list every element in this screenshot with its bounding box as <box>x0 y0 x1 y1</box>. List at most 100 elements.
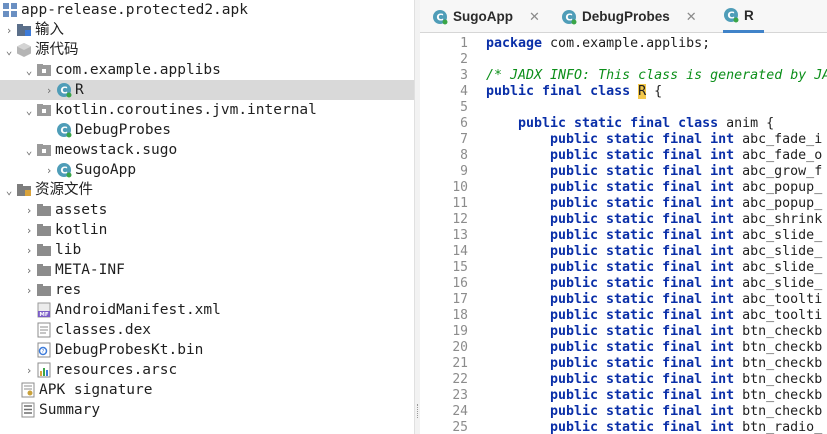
chevron-right-icon[interactable]: › <box>22 220 36 240</box>
line-number: 3 <box>460 68 468 83</box>
line-number-gutter: 1 2 3 4 5 6 7 8 9 10 11 12 13 14 15 16 17 18 19 20 21 22 23 24 2… <box>420 36 476 434</box>
tree-item-input-label: 输入 <box>35 22 64 38</box>
folder-icon <box>36 202 52 218</box>
line-number: 21 <box>452 356 468 371</box>
close-icon[interactable]: ✕ <box>529 9 540 25</box>
chevron-down-icon[interactable]: ⌄ <box>22 60 36 80</box>
tree-item-assets-label: assets <box>55 202 108 218</box>
keyword-token: public static final int <box>550 324 735 339</box>
splitter-grip[interactable] <box>417 404 419 418</box>
chevron-right-icon[interactable]: › <box>42 80 56 100</box>
chevron-right-icon[interactable]: › <box>2 20 16 40</box>
line-number: 24 <box>452 404 468 419</box>
editor-tab-bar: C SugoApp ✕ C DebugProbes ✕ C R <box>420 0 827 33</box>
tree-item-class-sugoapp[interactable]: › C SugoApp <box>0 160 414 180</box>
tree-item-summary[interactable]: Summary <box>0 400 414 420</box>
tree-item-pkg-kotlin-label: kotlin.coroutines.jvm.internal <box>55 102 317 118</box>
tree-item-source[interactable]: ⌄ 源代码 <box>0 40 414 60</box>
code-area[interactable]: package com.example.applibs; /* JADX INF… <box>486 36 827 434</box>
line-number: 13 <box>452 228 468 243</box>
tree-item-metainf-label: META-INF <box>55 262 125 278</box>
tree-item-pkg-applibs[interactable]: ⌄ com.example.applibs <box>0 60 414 80</box>
dex-file-icon <box>36 322 52 338</box>
keyword-token: public static final int <box>550 404 735 419</box>
comment-token: /* JADX INFO: This class is generated by… <box>486 68 827 83</box>
code-line: public static final int abc_fade_o <box>550 148 822 164</box>
tree-item-pkg-kotlin[interactable]: ⌄ kotlin.coroutines.jvm.internal <box>0 100 414 120</box>
chevron-right-icon[interactable]: › <box>22 280 36 300</box>
input-folder-icon <box>16 22 32 38</box>
tree-root-apk[interactable]: app-release.protected2.apk <box>0 0 414 20</box>
tree-item-input[interactable]: › 输入 <box>0 20 414 40</box>
svg-text:MF: MF <box>39 312 48 318</box>
tree-item-kotlin[interactable]: › kotlin <box>0 220 414 240</box>
keyword-token: package <box>486 36 543 51</box>
tree-item-pkg-applibs-label: com.example.applibs <box>55 62 221 78</box>
tree-item-resources-label: 资源文件 <box>35 182 93 198</box>
svg-text:?: ? <box>42 349 45 355</box>
keyword-token: public static final int <box>550 308 735 323</box>
line-number: 23 <box>452 388 468 403</box>
keyword-token: public static final int <box>550 164 735 179</box>
chevron-down-icon[interactable]: ⌄ <box>2 180 16 200</box>
chevron-down-icon[interactable]: ⌄ <box>22 100 36 120</box>
tree-item-debugbin[interactable]: ? DebugProbesKt.bin <box>0 340 414 360</box>
field-name-token: abc_slide_ <box>742 228 823 243</box>
tree-item-pkg-sugo-label: meowstack.sugo <box>55 142 178 158</box>
package-folder-icon <box>36 62 52 78</box>
folder-icon <box>36 222 52 238</box>
code-line: public static final int abc_shrink <box>550 212 822 228</box>
chevron-right-icon[interactable]: › <box>22 240 36 260</box>
line-number: 17 <box>452 292 468 307</box>
package-folder-icon <box>36 142 52 158</box>
tree-item-manifest[interactable]: MF AndroidManifest.xml <box>0 300 414 320</box>
tab-debugprobes[interactable]: C DebugProbes ✕ <box>561 0 697 33</box>
code-line: public static final int abc_popup_ <box>550 180 822 196</box>
tab-sugoapp-label: SugoApp <box>453 9 513 24</box>
chevron-right-icon[interactable]: › <box>42 160 56 180</box>
tree-item-lib-label: lib <box>55 242 82 258</box>
field-name-token: abc_toolti <box>742 292 823 307</box>
line-number: 7 <box>460 132 468 147</box>
code-line: public static final int btn_checkb <box>550 356 822 372</box>
chevron-down-icon[interactable]: ⌄ <box>22 140 36 160</box>
chevron-right-icon[interactable] <box>42 120 56 140</box>
code-line: public static final int abc_toolti <box>550 292 822 308</box>
tab-sugoapp[interactable]: C SugoApp ✕ <box>432 0 540 33</box>
keyword-token: public static final int <box>550 132 735 147</box>
field-name-token: btn_checkb <box>742 372 823 387</box>
chevron-down-icon[interactable]: ⌄ <box>2 40 16 60</box>
code-line: /* JADX INFO: This class is generated by… <box>486 68 827 84</box>
class-name-token[interactable]: R <box>638 84 647 99</box>
tree-item-metainf[interactable]: › META-INF <box>0 260 414 280</box>
code-editor: C SugoApp ✕ C DebugProbes ✕ C R 12345678… <box>420 0 827 434</box>
class-icon: C <box>56 122 72 138</box>
folder-icon <box>36 262 52 278</box>
tree-item-arsc[interactable]: › resources.arsc <box>0 360 414 380</box>
tree-item-apksig[interactable]: APK signature <box>0 380 414 400</box>
tree-item-class-sugoapp-label: SugoApp <box>75 162 137 178</box>
tree-item-assets[interactable]: › assets <box>0 200 414 220</box>
tree-item-lib[interactable]: › lib <box>0 240 414 260</box>
keyword-token: public static final int <box>550 340 735 355</box>
tab-r[interactable]: C R <box>723 0 764 33</box>
tree-item-class-r[interactable]: › C R <box>0 80 414 100</box>
tree-item-res[interactable]: › res <box>0 280 414 300</box>
class-icon: C <box>432 9 448 25</box>
chevron-right-icon[interactable]: › <box>22 360 36 380</box>
tree-item-manifest-label: AndroidManifest.xml <box>55 302 221 318</box>
field-name-token: btn_checkb <box>742 324 823 339</box>
chevron-right-icon[interactable]: › <box>22 260 36 280</box>
tree-item-resources[interactable]: ⌄ 资源文件 <box>0 180 414 200</box>
tree-item-dex[interactable]: classes.dex <box>0 320 414 340</box>
tree-item-pkg-sugo[interactable]: ⌄ meowstack.sugo <box>0 140 414 160</box>
chevron-right-icon[interactable]: › <box>22 200 36 220</box>
tree-item-class-debugprobes[interactable]: C DebugProbes <box>0 120 414 140</box>
close-icon[interactable]: ✕ <box>686 9 697 25</box>
keyword-token: public static final int <box>550 388 735 403</box>
manifest-file-icon: MF <box>36 302 52 318</box>
line-number: 18 <box>452 308 468 323</box>
keyword-token: public final class <box>486 84 631 99</box>
tab-r-label: R <box>744 7 754 23</box>
line-number: 5 <box>460 100 468 115</box>
